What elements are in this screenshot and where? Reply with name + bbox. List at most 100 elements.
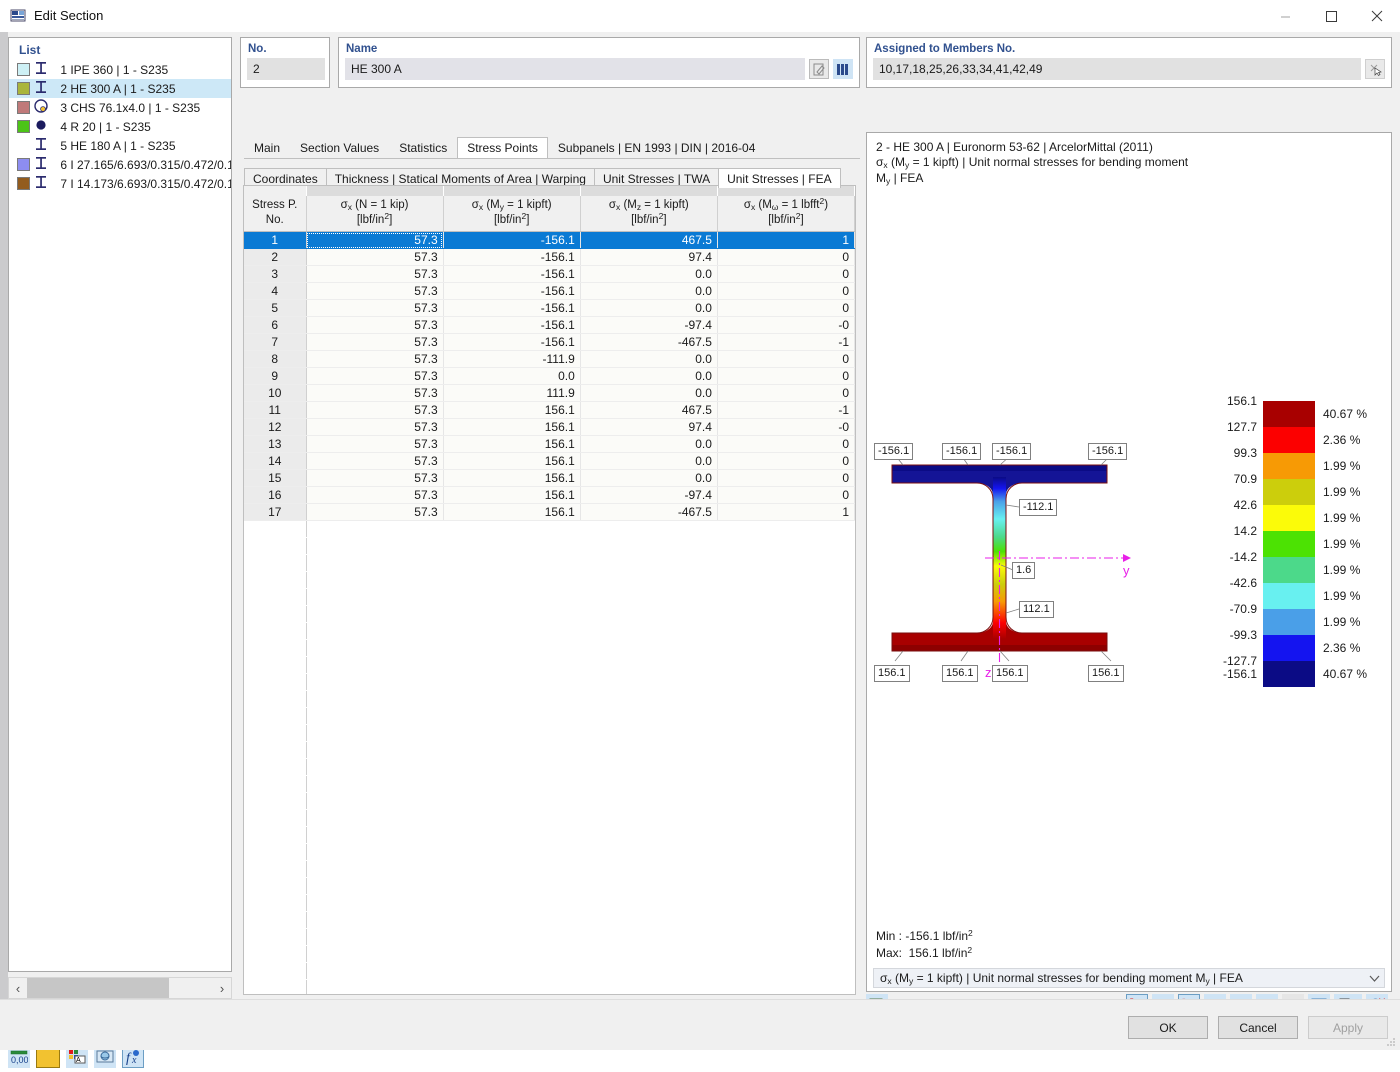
cell-sigma-n[interactable]: 57.3	[306, 385, 443, 402]
tab-statistics[interactable]: Statistics	[389, 137, 457, 158]
cell-stress-point-no[interactable]: 7	[244, 334, 306, 351]
cell-sigma-mw[interactable]: -0	[717, 419, 854, 436]
list-item[interactable]: 3 CHS 76.1x4.0 | 1 - S235	[9, 98, 231, 117]
cell-sigma-n[interactable]: 57.3	[306, 266, 443, 283]
cell-stress-point-no[interactable]: 12	[244, 419, 306, 436]
pick-members-icon[interactable]	[1365, 59, 1385, 79]
cell-sigma-n[interactable]: 57.3	[306, 317, 443, 334]
cell-sigma-mz[interactable]: 0.0	[580, 351, 717, 368]
cell-sigma-mz[interactable]: 0.0	[580, 385, 717, 402]
cell-sigma-mw[interactable]: 1	[717, 232, 854, 249]
cell-sigma-mz[interactable]: 97.4	[580, 249, 717, 266]
table-row[interactable]: 557.3-156.10.00	[244, 300, 855, 317]
list-item[interactable]: 6 I 27.165/6.693/0.315/0.472/0.197 |	[9, 155, 231, 174]
cell-sigma-my[interactable]: 111.9	[443, 385, 580, 402]
table-row[interactable]: 1357.3156.10.00	[244, 436, 855, 453]
cell-sigma-mz[interactable]: -97.4	[580, 317, 717, 334]
ok-button[interactable]: OK	[1128, 1016, 1208, 1039]
scroll-left-arrow[interactable]: ‹	[9, 981, 27, 996]
cancel-button[interactable]: Cancel	[1218, 1016, 1298, 1039]
cell-sigma-my[interactable]: -156.1	[443, 283, 580, 300]
column-header[interactable]: Stress P.No.	[244, 196, 306, 232]
cell-sigma-mw[interactable]: 0	[717, 266, 854, 283]
assigned-members-input[interactable]: 10,17,18,25,26,33,34,41,42,49	[873, 58, 1361, 80]
cell-sigma-my[interactable]: -156.1	[443, 317, 580, 334]
cell-sigma-n[interactable]: 57.3	[306, 249, 443, 266]
cell-sigma-my[interactable]: -156.1	[443, 232, 580, 249]
table-body[interactable]: 157.3-156.1467.51257.3-156.197.40357.3-1…	[244, 232, 855, 996]
table-row[interactable]: 1057.3111.90.00	[244, 385, 855, 402]
list-item[interactable]: 5 HE 180 A | 1 - S235	[9, 136, 231, 155]
cell-sigma-mw[interactable]: 0	[717, 385, 854, 402]
section-no-input[interactable]: 2	[247, 58, 325, 80]
table-row[interactable]: 1257.3156.197.4-0	[244, 419, 855, 436]
cell-sigma-mz[interactable]: -97.4	[580, 487, 717, 504]
cell-stress-point-no[interactable]: 4	[244, 283, 306, 300]
cell-sigma-mw[interactable]: 0	[717, 436, 854, 453]
cell-sigma-mw[interactable]: -0	[717, 317, 854, 334]
cell-sigma-mw[interactable]: 0	[717, 351, 854, 368]
column-header[interactable]: σx (N = 1 kip)[lbf/in2]	[306, 196, 443, 232]
cell-sigma-mz[interactable]: 0.0	[580, 283, 717, 300]
resize-grip[interactable]	[1384, 1035, 1396, 1047]
graphics-panel[interactable]: 2 - HE 300 A | Euronorm 53-62 | ArcelorM…	[866, 132, 1392, 992]
cell-stress-point-no[interactable]: 11	[244, 402, 306, 419]
table-row[interactable]: 1157.3156.1467.5-1	[244, 402, 855, 419]
cell-sigma-n[interactable]: 57.3	[306, 232, 443, 249]
cell-stress-point-no[interactable]: 15	[244, 470, 306, 487]
cell-sigma-mz[interactable]: 467.5	[580, 402, 717, 419]
cell-sigma-n[interactable]: 57.3	[306, 300, 443, 317]
list-horizontal-scrollbar[interactable]: ‹ ›	[8, 977, 232, 999]
list-item[interactable]: 4 R 20 | 1 - S235	[9, 117, 231, 136]
cell-sigma-mz[interactable]: 97.4	[580, 419, 717, 436]
cell-stress-point-no[interactable]: 13	[244, 436, 306, 453]
cell-sigma-mw[interactable]: -1	[717, 402, 854, 419]
cell-stress-point-no[interactable]: 17	[244, 504, 306, 521]
cell-sigma-my[interactable]: 156.1	[443, 504, 580, 521]
cell-stress-point-no[interactable]: 2	[244, 249, 306, 266]
cell-sigma-n[interactable]: 57.3	[306, 334, 443, 351]
cell-sigma-my[interactable]: 156.1	[443, 453, 580, 470]
cell-stress-point-no[interactable]: 8	[244, 351, 306, 368]
cell-sigma-mz[interactable]: 0.0	[580, 453, 717, 470]
cell-sigma-my[interactable]: -156.1	[443, 334, 580, 351]
list-item[interactable]: 1 IPE 360 | 1 - S235	[9, 60, 231, 79]
cell-sigma-mw[interactable]: -1	[717, 334, 854, 351]
cell-sigma-my[interactable]: 156.1	[443, 436, 580, 453]
cell-sigma-mw[interactable]: 0	[717, 300, 854, 317]
table-row[interactable]: 1457.3156.10.00	[244, 453, 855, 470]
cell-sigma-my[interactable]: 156.1	[443, 487, 580, 504]
cell-sigma-my[interactable]: -156.1	[443, 300, 580, 317]
table-row[interactable]: 1657.3156.1-97.40	[244, 487, 855, 504]
cell-sigma-n[interactable]: 57.3	[306, 470, 443, 487]
column-header[interactable]: σx (Mz = 1 kipft)[lbf/in2]	[580, 196, 717, 232]
list-item[interactable]: 7 I 14.173/6.693/0.315/0.472/0.197 |	[9, 174, 231, 193]
stress-points-table[interactable]: Stress P.No.σx (N = 1 kip)[lbf/in2]σx (M…	[243, 185, 856, 995]
cell-sigma-mw[interactable]: 0	[717, 249, 854, 266]
column-header[interactable]: σx (My = 1 kipft)[lbf/in2]	[443, 196, 580, 232]
cell-stress-point-no[interactable]: 3	[244, 266, 306, 283]
library-icon[interactable]	[833, 59, 853, 79]
scroll-thumb[interactable]	[27, 978, 169, 998]
cell-stress-point-no[interactable]: 5	[244, 300, 306, 317]
tab-section-values[interactable]: Section Values	[290, 137, 389, 158]
table-row[interactable]: 157.3-156.1467.51	[244, 232, 855, 249]
cell-sigma-mw[interactable]: 0	[717, 487, 854, 504]
cell-sigma-mw[interactable]: 0	[717, 283, 854, 300]
chevron-down-icon[interactable]	[1364, 971, 1384, 985]
cell-sigma-n[interactable]: 57.3	[306, 436, 443, 453]
table-row[interactable]: 857.3-111.90.00	[244, 351, 855, 368]
cell-sigma-n[interactable]: 57.3	[306, 487, 443, 504]
tab-main[interactable]: Main	[244, 137, 290, 158]
cell-sigma-my[interactable]: 156.1	[443, 419, 580, 436]
cell-sigma-my[interactable]: 156.1	[443, 470, 580, 487]
result-type-combobox[interactable]: σx (My = 1 kipft) | Unit normal stresses…	[873, 968, 1385, 988]
table-row[interactable]: 957.30.00.00	[244, 368, 855, 385]
cell-sigma-n[interactable]: 57.3	[306, 453, 443, 470]
close-button[interactable]	[1354, 0, 1400, 32]
table-row[interactable]: 1557.3156.10.00	[244, 470, 855, 487]
table-row[interactable]: 457.3-156.10.00	[244, 283, 855, 300]
cell-sigma-mz[interactable]: 467.5	[580, 232, 717, 249]
list-item[interactable]: 2 HE 300 A | 1 - S235	[9, 79, 231, 98]
cell-sigma-my[interactable]: -156.1	[443, 249, 580, 266]
